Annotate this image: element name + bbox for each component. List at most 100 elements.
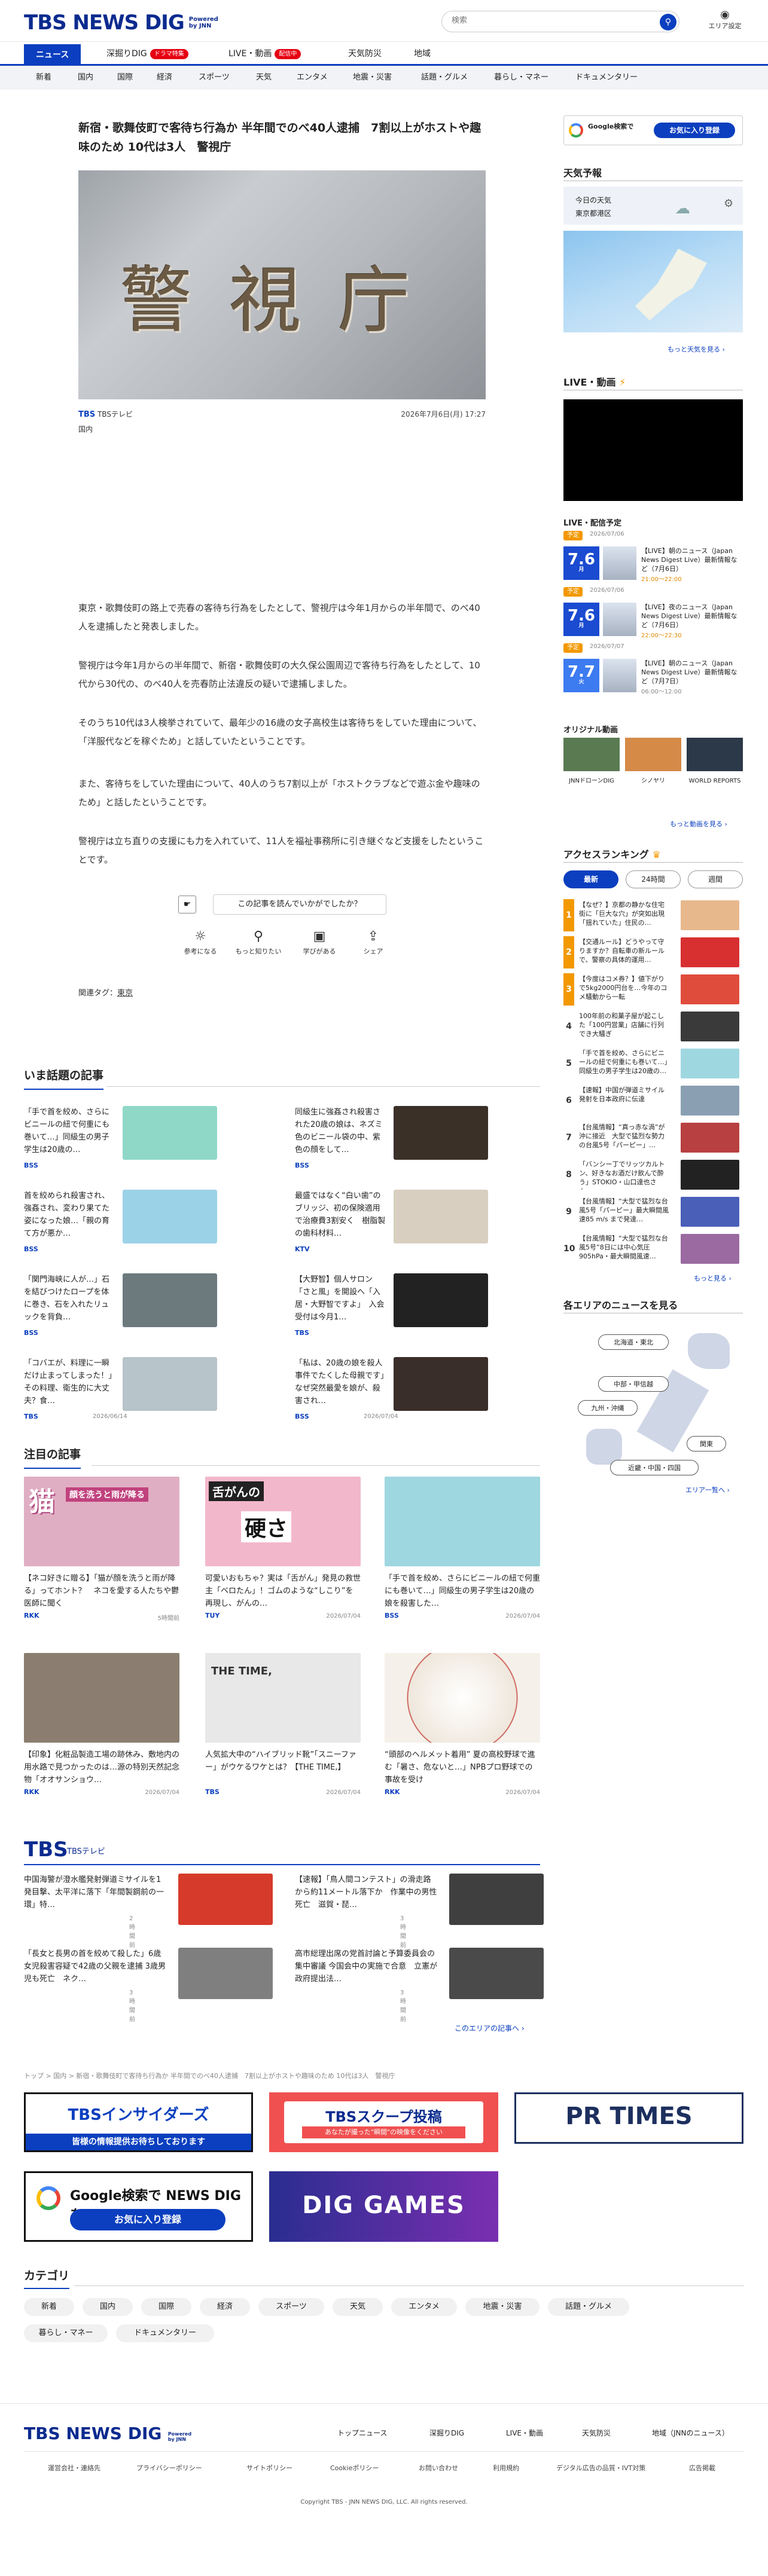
original-video-thumbnail[interactable]	[563, 738, 620, 771]
cat-nav-item[interactable]: 新着	[36, 66, 51, 90]
category-chip[interactable]: 国内	[83, 2298, 133, 2316]
footer-sub-link[interactable]: プライバシーポリシー	[136, 2463, 202, 2473]
cat-nav-item[interactable]: 暮らし・マネー	[494, 66, 548, 90]
region-button[interactable]: 近畿・中国・四国	[610, 1460, 699, 1475]
featured-card[interactable]: 「手で首を絞め、さらにビニールの紐で何重にも巻いて…」同級生の男子学生は20歳の…	[385, 1477, 540, 1620]
reaction-helpful-button[interactable]: ☼ 参考になる	[176, 929, 224, 956]
weather-today[interactable]: 今日の天気 東京都港区 ☁ ⚙	[563, 187, 743, 225]
category-chip[interactable]: 国際	[141, 2298, 191, 2316]
ranking-more-link[interactable]: もっと見る ›	[694, 1273, 732, 1283]
gear-icon[interactable]: ⚙	[724, 197, 733, 210]
cat-nav-item[interactable]: 国際	[117, 66, 133, 90]
google-search-banner[interactable]: Google検索で NEWS DIG を お気に入り登録	[24, 2171, 253, 2242]
main-nav-weather[interactable]: 天気防災	[348, 42, 382, 66]
footer-sub-link[interactable]: デジタル広告の品質・IVT対策	[556, 2463, 645, 2473]
tbs-more-link[interactable]: このエリアの記事へ ›	[455, 2023, 525, 2033]
footer-link[interactable]: 深掘りDIG	[429, 2428, 464, 2438]
region-button[interactable]: 北海道・東北	[598, 1334, 669, 1350]
live-schedule-item[interactable]: 予定 2026/07/07 7.7 火 【LIVE】朝のニュース（Japan Ne…	[563, 643, 743, 696]
dig-games-banner[interactable]: DIG GAMES	[269, 2171, 498, 2242]
ranking-item[interactable]: 2 【交通ルール】どうやって守りますか？自転車の新ルールで、警察の具体的運用…	[563, 936, 743, 971]
rank-title: 【今度はコメ券？】値下がりで5kg2000円台を…今年のコメ騒動から一転	[579, 975, 668, 1001]
cat-nav-item[interactable]: スポーツ	[199, 66, 230, 90]
category-chip[interactable]: 経済	[200, 2298, 250, 2316]
footer-sub-link[interactable]: 運営会社・連絡先	[48, 2463, 100, 2473]
tbs-scoop-banner[interactable]: TBSスクープ投稿 あなたが撮った"瞬間"の映像をください	[269, 2092, 498, 2152]
article-source[interactable]: TBSテレビ	[97, 410, 133, 418]
category-chip[interactable]: 新着	[24, 2298, 74, 2316]
cat-nav-item[interactable]: エンタメ	[297, 66, 328, 90]
ranking-tab-weekly[interactable]: 週間	[688, 870, 743, 888]
footer-sub-link[interactable]: お問い合わせ	[419, 2463, 458, 2473]
main-nav-live[interactable]: LIVE・動画 配信中	[228, 42, 301, 66]
reaction-learn-button[interactable]: ▣ 学びがある	[295, 929, 343, 956]
cat-nav-item[interactable]: 経済	[157, 66, 172, 90]
region-button[interactable]: 中部・甲信越	[598, 1376, 669, 1392]
original-video-thumbnail[interactable]	[625, 738, 681, 771]
ranking-item[interactable]: 4 100年前の和菓子屋が起こした「100円営業」店舗に行列でき大騒ぎ	[563, 1010, 743, 1045]
live-schedule-item[interactable]: 予定 2026/07/06 7.6 月 【LIVE】朝のニュース（Japan Ne…	[563, 531, 743, 583]
footer-link[interactable]: 地域（JNNのニュース）	[652, 2428, 729, 2438]
site-logo[interactable]: TBS NEWS DIG Powered by JNN	[24, 11, 218, 35]
featured-card[interactable]: 舌がんの 硬さ 可愛いおもちゃ？実は「舌がん」発見の救世主「ベロたん」！ゴムのよ…	[205, 1477, 361, 1620]
weather-map[interactable]	[563, 231, 743, 332]
category-chip[interactable]: 暮らし・マネー	[24, 2324, 108, 2342]
search-icon[interactable]: ⚲	[660, 14, 676, 30]
main-nav-news[interactable]: ニュース	[24, 44, 81, 66]
cat-nav-item[interactable]: 地震・災害	[353, 66, 392, 90]
ranking-item[interactable]: 9 【台風情報】“大型で猛烈な台風5号「パーピー」最大瞬間風速85 m/s まで発…	[563, 1196, 743, 1230]
search-input[interactable]	[452, 16, 643, 25]
footer-link[interactable]: トップニュース	[337, 2428, 387, 2438]
live-player[interactable]	[563, 399, 743, 501]
ranking-item[interactable]: 3 【今度はコメ券？】値下がりで5kg2000円台を…今年のコメ騒動から一転	[563, 973, 743, 1008]
tag-link[interactable]: 東京	[117, 989, 133, 998]
ranking-item[interactable]: 1 【なぜ？】京都の静かな住宅街に「巨大な穴」が突如出現「揺れていた」住民の…	[563, 899, 743, 934]
original-video-thumbnail[interactable]	[687, 738, 743, 771]
cat-nav-item[interactable]: ドキュメンタリー	[575, 66, 638, 90]
ranking-item[interactable]: 6 【速報】中国が弾道ミサイル発射を日本政府に伝達	[563, 1084, 743, 1119]
category-chip[interactable]: エンタメ	[391, 2298, 457, 2316]
featured-card[interactable]: 【印象】化粧品製造工場の跡休み、敷地内の用水路で見つかったのは…源の特別天然記念…	[24, 1653, 179, 1796]
google-favorite-banner[interactable]: Google検索で お気に入り登録	[563, 115, 743, 145]
regions-more-link[interactable]: エリア一覧へ ›	[685, 1485, 730, 1495]
footer-sub-link[interactable]: 広告掲載	[689, 2463, 715, 2473]
reaction-more-button[interactable]: ⚲ もっと知りたい	[234, 929, 282, 956]
featured-card[interactable]: “頭部のヘルメット着用” 夏の高校野球で進む「暑さ、危ないと…」NPBプロ野球で…	[385, 1653, 540, 1796]
feedback-question[interactable]: この記事を読んでいかがでしたか？	[213, 894, 386, 915]
ranking-item[interactable]: 7 【台風情報】“真っ赤な渦”が沖に接近 大型で猛烈な勢力の台風5号「パーピー」…	[563, 1122, 743, 1156]
ranking-item[interactable]: 5 「手で首を絞め、さらにビニールの紐で何重にも巻いて…」同級生の男子学生は20歳…	[563, 1047, 743, 1082]
main-nav-dig[interactable]: 深掘りDIG ドラマ特集	[106, 42, 188, 66]
category-chip[interactable]: ドキュメンタリー	[116, 2324, 214, 2342]
card-thumbnail	[394, 1357, 488, 1411]
ranking-item[interactable]: 8 「バンシー丁でリッツカルトン、好きなお酒だけ飲んで酔う」STOKIO・山口達也…	[563, 1159, 743, 1193]
area-setting-button[interactable]: ◉ エリア設定	[701, 8, 749, 30]
reaction-share-button[interactable]: ⇪ シェア	[349, 929, 397, 956]
footer-sub-link[interactable]: Cookieポリシー	[330, 2463, 379, 2473]
cat-nav-item[interactable]: 天気	[256, 66, 272, 90]
cat-nav-item[interactable]: 話題・グルメ	[421, 66, 468, 90]
pr-times-banner[interactable]: PR TIMES	[514, 2092, 743, 2144]
ranking-item[interactable]: 10 【台風情報】“大型で猛烈な台風5号”8日には中心気圧905hPa・最大瞬間風…	[563, 1233, 743, 1267]
region-button[interactable]: 関東	[687, 1436, 726, 1452]
cat-nav-item[interactable]: 国内	[78, 66, 93, 90]
video-more-link[interactable]: もっと動画を見る ›	[670, 819, 727, 829]
featured-card[interactable]: THE TIME, 人気拡大中の“ハイブリッド靴”「スニーファー」がウケるワケと…	[205, 1653, 361, 1796]
ranking-tab-24h[interactable]: 24時間	[626, 870, 681, 888]
main-nav-region[interactable]: 地域	[414, 42, 431, 66]
category-chip[interactable]: 話題・グルメ	[548, 2298, 629, 2316]
footer-logo[interactable]: TBS NEWS DIG Powered by JNN	[24, 2424, 191, 2443]
region-button[interactable]: 九州・沖縄	[578, 1400, 638, 1416]
footer-sub-link[interactable]: サイトポリシー	[246, 2463, 292, 2473]
featured-card[interactable]: 猫 顔を洗うと雨が降る 【ネコ好きに贈る】「猫が顔を洗うと雨が降る」ってホント？…	[24, 1477, 179, 1622]
footer-link[interactable]: LIVE・動画	[506, 2428, 543, 2438]
footer-link[interactable]: 天気防災	[582, 2428, 611, 2438]
category-chip[interactable]: 地震・災害	[465, 2298, 540, 2316]
category-chip[interactable]: 天気	[333, 2298, 383, 2316]
live-schedule-item[interactable]: 予定 2026/07/06 7.6 月 【LIVE】夜のニュース（Japan Ne…	[563, 587, 743, 640]
article-category[interactable]: 国内	[78, 424, 486, 434]
category-chip[interactable]: スポーツ	[258, 2298, 324, 2316]
weather-more-link[interactable]: もっと天気を見る ›	[668, 344, 725, 354]
tbs-insiders-banner[interactable]: TBSインサイダーズ 皆様の情報提供お待ちしております	[24, 2092, 253, 2152]
footer-sub-link[interactable]: 利用規約	[493, 2463, 519, 2473]
ranking-tab-latest[interactable]: 最新	[563, 870, 618, 888]
